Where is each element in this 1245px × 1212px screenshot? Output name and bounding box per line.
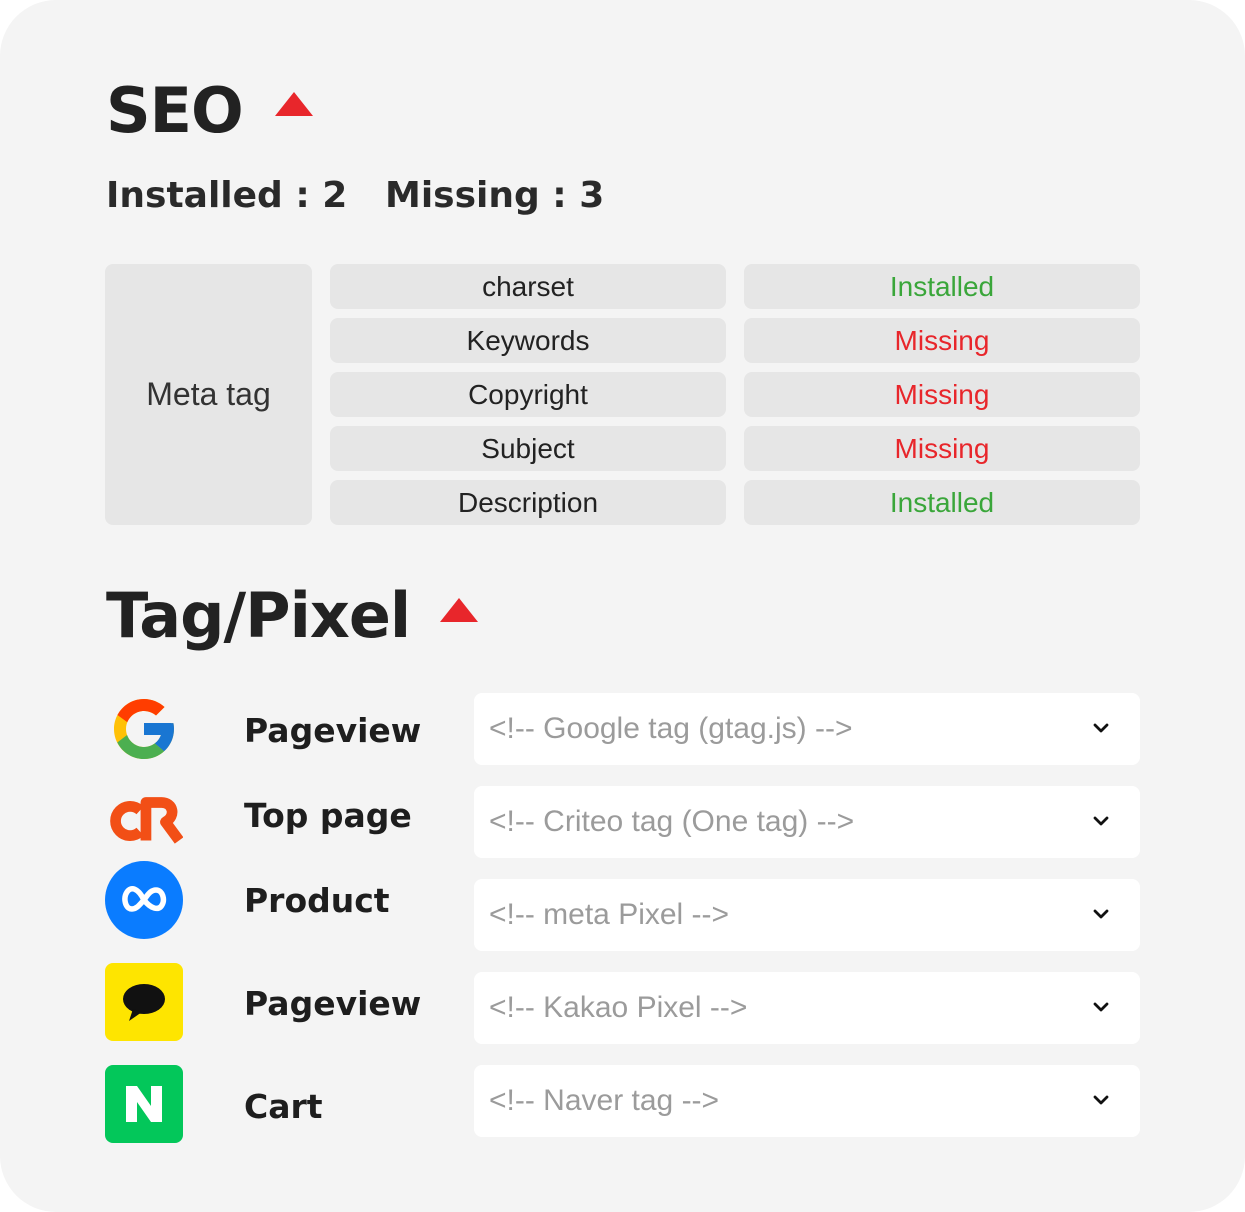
tag-row-meta: Product <!-- meta Pixel --> bbox=[0, 861, 1245, 951]
meta-name-cell: Keywords bbox=[330, 318, 726, 363]
chevron-down-icon bbox=[1093, 1095, 1109, 1105]
tag-row-criteo: Top page <!-- Criteo tag (One tag) --> bbox=[0, 786, 1245, 858]
tag-select-google[interactable]: <!-- Google tag (gtag.js) --> bbox=[474, 693, 1140, 765]
tag-select-value: <!-- Naver tag --> bbox=[489, 1084, 720, 1117]
tag-select-value: <!-- meta Pixel --> bbox=[489, 898, 730, 931]
tag-event-label: Product bbox=[244, 881, 390, 920]
tag-select-meta[interactable]: <!-- meta Pixel --> bbox=[474, 879, 1140, 951]
meta-status-cell: Installed bbox=[744, 480, 1140, 525]
chevron-down-icon bbox=[1093, 816, 1109, 826]
tag-select-value: <!-- Criteo tag (One tag) --> bbox=[489, 805, 855, 838]
installed-count: Installed : 2 bbox=[106, 175, 348, 216]
meta-name-cell: charset bbox=[330, 264, 726, 309]
tag-select-naver[interactable]: <!-- Naver tag --> bbox=[474, 1065, 1140, 1137]
chevron-down-icon bbox=[1093, 909, 1109, 919]
tag-event-label: Pageview bbox=[244, 984, 422, 1023]
tag-select-value: <!-- Google tag (gtag.js) --> bbox=[489, 712, 853, 745]
meta-status-cell: Missing bbox=[744, 372, 1140, 417]
tag-select-kakao[interactable]: <!-- Kakao Pixel --> bbox=[474, 972, 1140, 1044]
meta-status-cell: Installed bbox=[744, 264, 1140, 309]
meta-status-cell: Missing bbox=[744, 318, 1140, 363]
meta-status-cell: Missing bbox=[744, 426, 1140, 471]
seo-section-title: SEO bbox=[106, 74, 244, 147]
tag-pixel-collapse-toggle-icon[interactable] bbox=[440, 598, 478, 622]
tag-select-value: <!-- Kakao Pixel --> bbox=[489, 991, 748, 1024]
meta-name-cell: Description bbox=[330, 480, 726, 525]
chevron-down-icon bbox=[1093, 723, 1109, 733]
tag-pixel-section-title: Tag/Pixel bbox=[106, 579, 411, 652]
tag-event-label: Pageview bbox=[244, 711, 422, 750]
tag-event-label: Top page bbox=[244, 796, 412, 835]
tag-event-label: Cart bbox=[244, 1087, 323, 1126]
criteo-icon bbox=[105, 782, 183, 860]
meta-row-charset: charset Installed bbox=[0, 264, 1245, 309]
meta-row-description: Description Installed bbox=[0, 480, 1245, 525]
missing-count: Missing : 3 bbox=[385, 175, 605, 216]
tag-row-naver: Cart <!-- Naver tag --> bbox=[0, 1065, 1245, 1143]
naver-icon bbox=[105, 1065, 183, 1143]
meta-name-cell: Copyright bbox=[330, 372, 726, 417]
tag-audit-card: SEO Installed : 2 Missing : 3 Meta tag c… bbox=[0, 0, 1245, 1212]
chevron-down-icon bbox=[1093, 1002, 1109, 1012]
meta-name-cell: Subject bbox=[330, 426, 726, 471]
meta-row-keywords: Keywords Missing bbox=[0, 318, 1245, 363]
meta-icon bbox=[105, 861, 183, 939]
meta-row-subject: Subject Missing bbox=[0, 426, 1245, 471]
kakao-icon bbox=[105, 963, 183, 1041]
google-icon bbox=[105, 690, 183, 768]
meta-row-copyright: Copyright Missing bbox=[0, 372, 1245, 417]
tag-row-kakao: Pageview <!-- Kakao Pixel --> bbox=[0, 963, 1245, 1044]
seo-collapse-toggle-icon[interactable] bbox=[275, 92, 313, 116]
tag-row-google: Pageview <!-- Google tag (gtag.js) --> bbox=[0, 693, 1245, 765]
tag-select-criteo[interactable]: <!-- Criteo tag (One tag) --> bbox=[474, 786, 1140, 858]
